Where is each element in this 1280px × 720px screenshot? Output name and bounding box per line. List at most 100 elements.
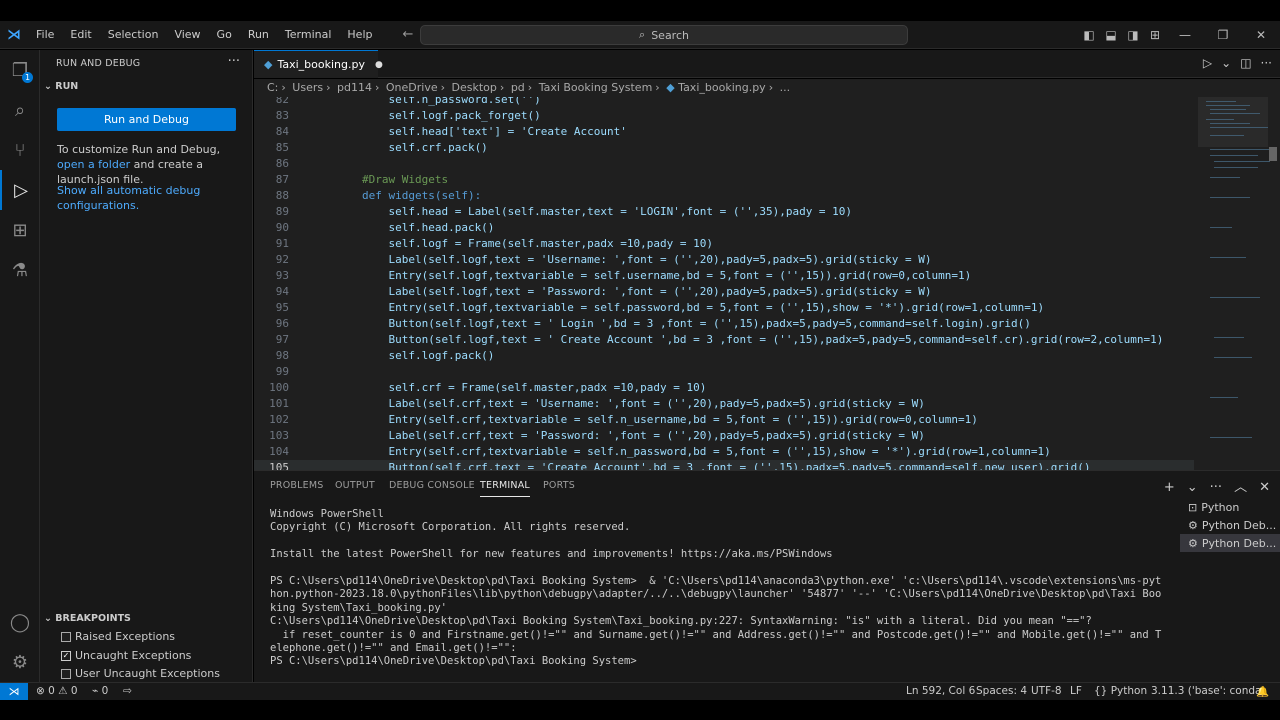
code-line[interactable]: 96 Button(self.logf,text = ' Login ',bd … (254, 316, 1194, 332)
menu-edit[interactable]: Edit (62, 28, 99, 41)
code-line[interactable]: 102 Entry(self.crf,textvariable = self.n… (254, 412, 1194, 428)
run-section-header[interactable]: ⌄ RUN (44, 81, 78, 92)
terminal-python-debug-2[interactable]: ⚙ Python Deb... (1180, 534, 1280, 552)
terminal-output[interactable]: Windows PowerShell Copyright (C) Microso… (270, 508, 1165, 669)
tab-debug-console[interactable]: DEBUG CONSOLE (389, 480, 475, 491)
code-line[interactable]: 83 self.logf.pack_forget() (254, 108, 1194, 124)
code-line[interactable]: 97 Button(self.logf,text = ' Create Acco… (254, 332, 1194, 348)
back-arrow-icon[interactable]: ← (402, 27, 413, 42)
remote-icon[interactable]: ⋊ (0, 683, 28, 700)
terminal-python-debug-1[interactable]: ⚙ Python Deb... (1180, 516, 1280, 534)
code-line[interactable]: 89 self.head = Label(self.master,text = … (254, 204, 1194, 220)
maximize-panel-icon[interactable]: ︿ (1234, 480, 1247, 495)
menu-go[interactable]: Go (209, 28, 240, 41)
extensions-icon[interactable]: ⊞ (0, 210, 40, 250)
crumb[interactable]: C: (267, 81, 278, 94)
menu-help[interactable]: Help (339, 28, 380, 41)
tab-problems[interactable]: PROBLEMS (270, 480, 323, 491)
code-line[interactable]: 103 Label(self.crf,text = 'Password: ',f… (254, 428, 1194, 444)
search-view-icon[interactable]: ⌕ (0, 90, 40, 130)
code-line-current[interactable]: 105 Button(self.crf,text = 'Create Accou… (254, 460, 1194, 470)
code-line[interactable]: 95 Entry(self.logf,textvariable = self.p… (254, 300, 1194, 316)
crumb[interactable]: Desktop (452, 81, 497, 94)
accounts-icon[interactable]: ◯ (0, 602, 40, 642)
split-editor-icon[interactable]: ◫ (1240, 56, 1251, 70)
checkbox[interactable] (61, 631, 71, 642)
explorer-icon[interactable]: ❐ 1 (0, 50, 40, 90)
source-control-icon[interactable]: ⑂ (0, 130, 40, 170)
run-debug-icon[interactable]: ▷ (0, 170, 40, 210)
cursor-position[interactable]: Ln 592, Col 6 (906, 685, 975, 697)
run-dropdown-icon[interactable]: ⌄ (1221, 56, 1231, 70)
indentation[interactable]: Spaces: 4 (976, 685, 1027, 697)
code-line[interactable]: 100 self.crf = Frame(self.master,padx =1… (254, 380, 1194, 396)
tab-terminal[interactable]: TERMINAL (480, 480, 530, 497)
command-center-search[interactable]: ⌕ Search (420, 25, 908, 45)
menu-file[interactable]: File (28, 28, 62, 41)
testing-icon[interactable]: ⚗ (0, 250, 40, 290)
crumb[interactable]: OneDrive (386, 81, 438, 94)
tab-output[interactable]: OUTPUT (335, 480, 375, 491)
ports-status[interactable]: ⌁ 0 (92, 685, 108, 697)
crumb[interactable]: pd114 (337, 81, 372, 94)
line-ending[interactable]: LF (1070, 685, 1082, 697)
code-line[interactable]: 94 Label(self.logf,text = 'Password: ',f… (254, 284, 1194, 300)
breakpoint-user-uncaught-exceptions[interactable]: User Uncaught Exceptions (61, 667, 220, 680)
code-line[interactable]: 93 Entry(self.logf,textvariable = self.u… (254, 268, 1194, 284)
manage-gear-icon[interactable]: ⚙ (0, 642, 40, 682)
code-line[interactable]: 104 Entry(self.crf,textvariable = self.n… (254, 444, 1194, 460)
tab-ports[interactable]: PORTS (543, 480, 575, 491)
menu-view[interactable]: View (166, 28, 208, 41)
crumb[interactable]: Users (292, 81, 323, 94)
code-line[interactable]: 88 def widgets(self): (254, 188, 1194, 204)
language-mode[interactable]: {} Python (1094, 685, 1147, 697)
code-line[interactable]: 99 (254, 364, 1194, 380)
run-python-file-icon[interactable]: ▷ (1203, 56, 1212, 70)
terminal-python[interactable]: ⊡ Python (1180, 498, 1280, 516)
code-line[interactable]: 86 (254, 156, 1194, 172)
code-line[interactable]: 91 self.logf = Frame(self.master,padx =1… (254, 236, 1194, 252)
checkbox[interactable] (61, 668, 71, 679)
breakpoints-header[interactable]: ⌄ BREAKPOINTS (44, 613, 131, 624)
crumb[interactable]: ... (780, 81, 791, 94)
editor-scrollbar[interactable] (1269, 147, 1277, 161)
minimap[interactable] (1198, 97, 1280, 470)
code-line[interactable]: 82 self.n_password.set('') (254, 97, 1194, 108)
menu-run[interactable]: Run (240, 28, 277, 41)
checkbox-checked[interactable]: ✓ (61, 650, 71, 661)
restore-icon[interactable]: ❐ (1204, 28, 1242, 42)
code-editor[interactable]: 82 self.n_password.set('') 83 self.logf.… (254, 97, 1280, 470)
toggle-panel-icon[interactable]: ⬓ (1100, 28, 1122, 42)
run-and-debug-button[interactable]: Run and Debug (57, 108, 236, 131)
open-folder-link[interactable]: open a folder (57, 158, 130, 171)
tab-taxi-booking[interactable]: ◆ Taxi_booking.py ● (254, 50, 383, 78)
unsaved-dot-icon[interactable]: ● (375, 60, 383, 70)
terminal-dropdown-icon[interactable]: ⌄ (1187, 480, 1198, 495)
toggle-sidebar-icon[interactable]: ◧ (1078, 28, 1100, 42)
code-line[interactable]: 84 self.head['text'] = 'Create Account' (254, 124, 1194, 140)
problems-status[interactable]: ⊗ 0 ⚠ 0 (36, 685, 78, 697)
show-debug-configurations-link[interactable]: Show all automatic debug configurations. (57, 183, 242, 213)
close-panel-icon[interactable]: ✕ (1259, 480, 1270, 495)
customize-layout-icon[interactable]: ⊞ (1144, 28, 1166, 42)
python-interpreter[interactable]: 3.11.3 ('base': conda) (1151, 685, 1266, 697)
code-line[interactable]: 90 self.head.pack() (254, 220, 1194, 236)
code-line[interactable]: 92 Label(self.logf,text = 'Username: ',f… (254, 252, 1194, 268)
breakpoint-uncaught-exceptions[interactable]: ✓ Uncaught Exceptions (61, 649, 191, 662)
menu-selection[interactable]: Selection (100, 28, 167, 41)
editor-more-icon[interactable]: ··· (1261, 56, 1272, 70)
panel-more-icon[interactable]: ··· (1210, 480, 1222, 495)
notifications-bell-icon[interactable]: 🔔 (1256, 685, 1269, 698)
debug-launch-icon[interactable]: ⇨ (123, 685, 132, 697)
crumb[interactable]: Taxi Booking System (539, 81, 653, 94)
new-terminal-icon[interactable]: + (1164, 480, 1175, 495)
close-window-icon[interactable]: ✕ (1242, 28, 1280, 42)
crumb[interactable]: Taxi_booking.py (678, 81, 766, 94)
code-line[interactable]: 101 Label(self.crf,text = 'Username: ',f… (254, 396, 1194, 412)
toggle-secondary-sidebar-icon[interactable]: ◨ (1122, 28, 1144, 42)
more-actions-icon[interactable]: ··· (228, 54, 240, 69)
encoding[interactable]: UTF-8 (1031, 685, 1062, 697)
breakpoint-raised-exceptions[interactable]: Raised Exceptions (61, 630, 175, 643)
code-line[interactable]: 87 #Draw Widgets (254, 172, 1194, 188)
code-line[interactable]: 98 self.logf.pack() (254, 348, 1194, 364)
